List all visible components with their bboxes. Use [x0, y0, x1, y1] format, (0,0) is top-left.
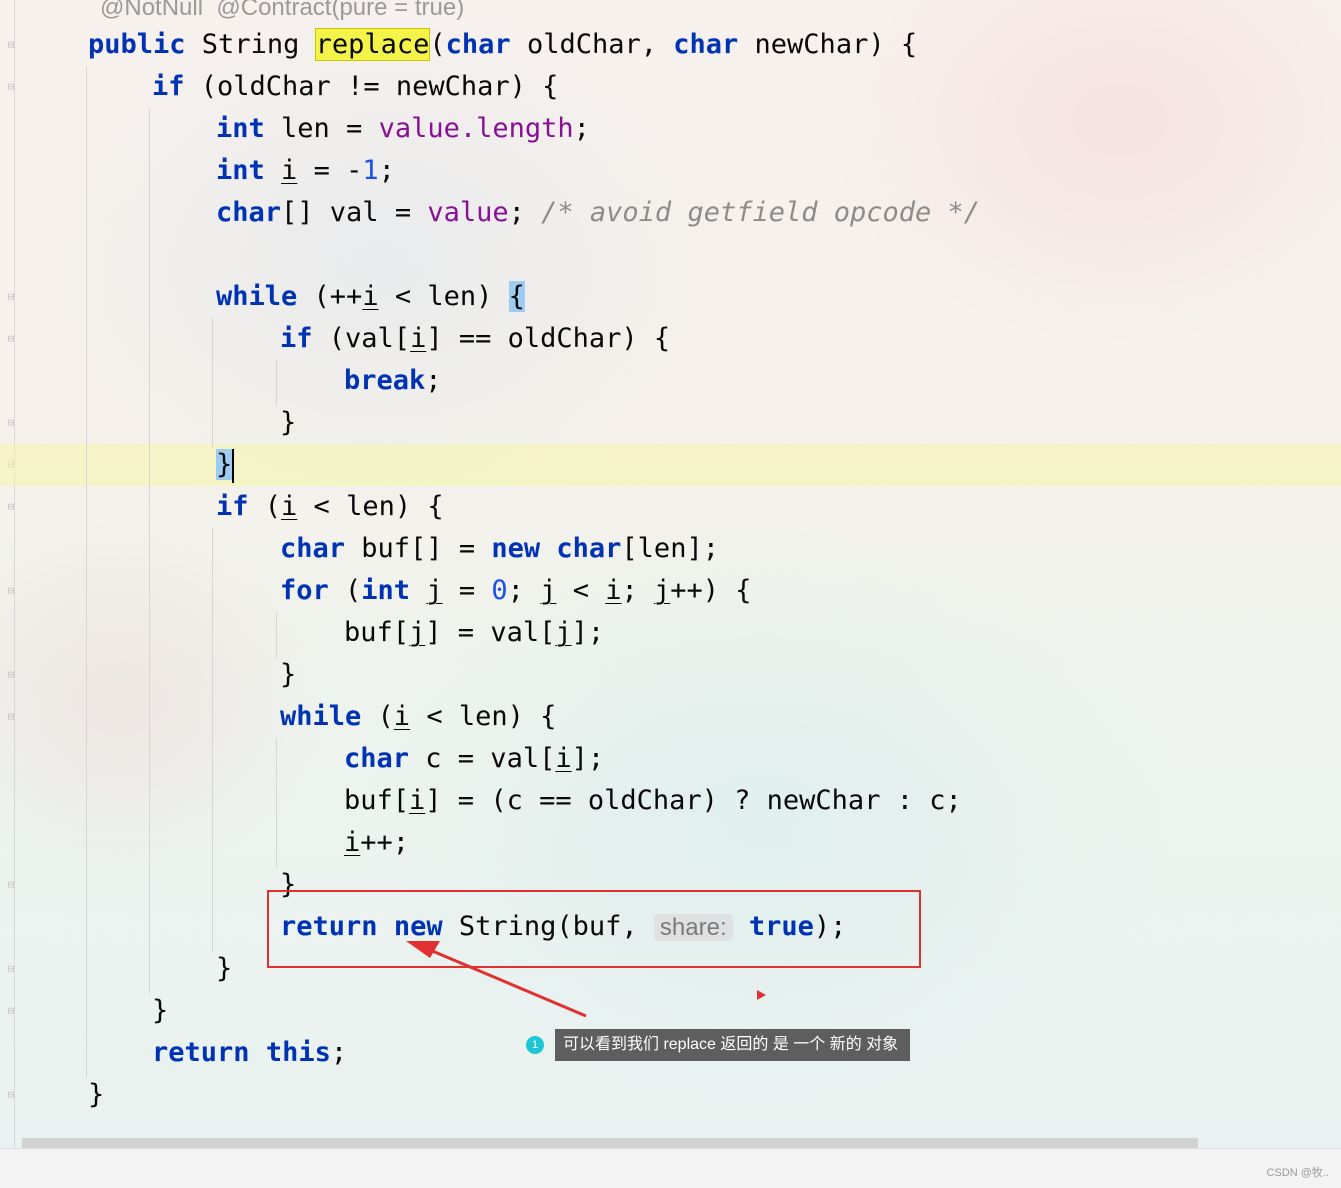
callout-label: 可以看到我们 replace 返回的 是 一个 新的 对象	[555, 1029, 911, 1061]
annotation-arrow	[406, 941, 587, 1018]
arrow-head-icon	[406, 941, 440, 958]
triangle-marker-icon	[757, 990, 766, 1000]
callout-number-badge: 1	[526, 1036, 544, 1054]
watermark: CSDN @牧..	[1266, 1167, 1329, 1179]
status-strip: CSDN @牧..	[0, 1148, 1341, 1188]
arrow-shaft	[429, 948, 587, 1018]
horizontal-scrollbar[interactable]	[22, 1138, 1198, 1148]
